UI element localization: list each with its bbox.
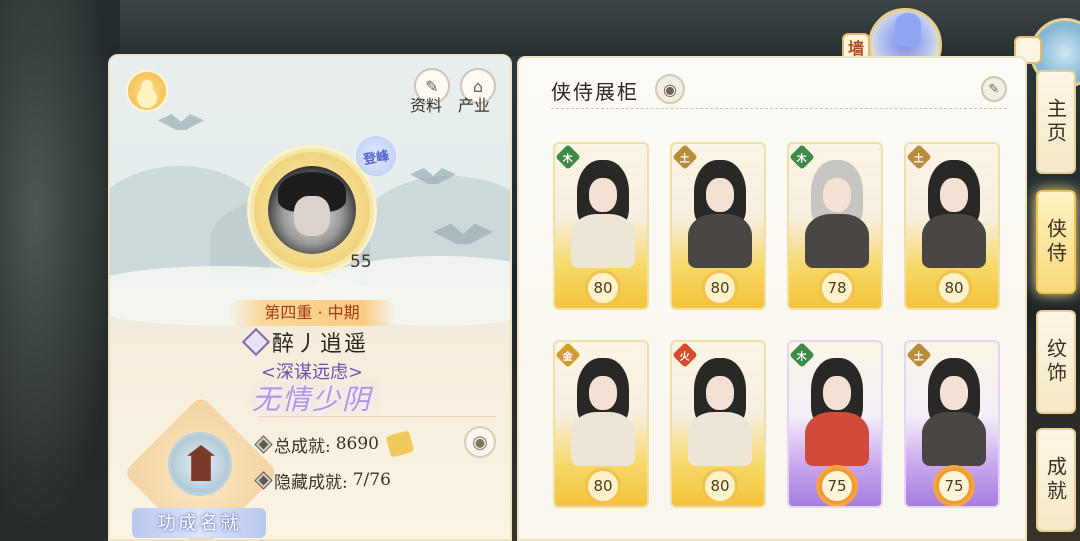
eye-icon[interactable]: ◉ <box>655 74 685 104</box>
divider <box>258 416 496 417</box>
pagoda-emblem-icon[interactable] <box>168 432 232 496</box>
companion-level: 80 <box>702 270 738 306</box>
trophy-icon <box>385 430 415 458</box>
showcase-panel: 侠侍展柜 ◉ ✎ 木 80 土 80 木 78 土 80 金 80 火 80 木… <box>517 56 1027 541</box>
edit-icon[interactable]: ✎ <box>981 76 1007 102</box>
eye-icon[interactable]: ◉ <box>464 426 496 458</box>
companion-card[interactable]: 土 80 <box>670 142 766 310</box>
companion-card[interactable]: 土 75 <box>904 340 1000 508</box>
companion-level: 75 <box>936 468 972 504</box>
player-title: 无情少阴 <box>251 383 372 416</box>
companion-card[interactable]: 土 80 <box>904 142 1000 310</box>
total-achievement: 总成就: 8690 <box>254 430 415 458</box>
tab-companions[interactable]: 侠侍 <box>1036 190 1076 294</box>
total-achievement-value: 8690 <box>335 434 379 454</box>
player-portrait <box>268 166 356 254</box>
sect-badge-icon <box>241 327 271 357</box>
companion-card[interactable]: 木 78 <box>787 142 883 310</box>
title-divider <box>551 108 1007 109</box>
tab-companions-label: 侠侍 <box>1043 218 1068 266</box>
companion-card[interactable]: 火 80 <box>670 340 766 508</box>
tab-patterns[interactable]: 纹饰 <box>1036 310 1076 414</box>
tab-patterns-label: 纹饰 <box>1043 338 1068 386</box>
companion-level: 80 <box>936 270 972 306</box>
tab-home-label: 主页 <box>1043 98 1068 146</box>
companion-card[interactable]: 木 80 <box>553 142 649 310</box>
tab-achievements-label: 成就 <box>1043 456 1068 504</box>
player-level: 55 <box>350 252 372 272</box>
hidden-achievement-label: 隐藏成就: <box>274 472 348 493</box>
companion-card[interactable]: 木 75 <box>787 340 883 508</box>
industry-link-label[interactable]: 产业 <box>458 92 490 116</box>
total-achievement-label: 总成就: <box>274 436 331 457</box>
tab-achievements[interactable]: 成就 <box>1036 428 1076 532</box>
profile-link-label[interactable]: 资料 <box>410 92 442 116</box>
hidden-achievement: 隐藏成就: 7/76 <box>254 466 391 494</box>
bat-decoration <box>158 114 204 130</box>
player-name-row: 醉丿逍遥 <box>241 326 369 358</box>
companion-level: 78 <box>819 270 855 306</box>
profile-panel: ✎ 资料 ⌂ 产业 登峰 55 第四重 · 中期 醉丿逍遥 <深谋远虑> 无情少… <box>108 54 512 541</box>
emblem-label: 功成名就 <box>132 508 266 538</box>
avatar-icon[interactable] <box>126 70 168 112</box>
companion-level: 80 <box>585 270 621 306</box>
tab-home[interactable]: 主页 <box>1036 70 1076 174</box>
player-name: 醉丿逍遥 <box>272 332 369 357</box>
hidden-achievement-value: 7/76 <box>352 470 391 490</box>
companion-level: 75 <box>819 468 855 504</box>
showcase-title: 侠侍展柜 <box>551 80 639 104</box>
companion-card[interactable]: 金 80 <box>553 340 649 508</box>
companion-level: 80 <box>585 468 621 504</box>
rank-banner: 第四重 · 中期 <box>228 300 396 326</box>
bell-icon <box>895 13 921 47</box>
companion-level: 80 <box>702 468 738 504</box>
background-scene <box>0 0 120 541</box>
